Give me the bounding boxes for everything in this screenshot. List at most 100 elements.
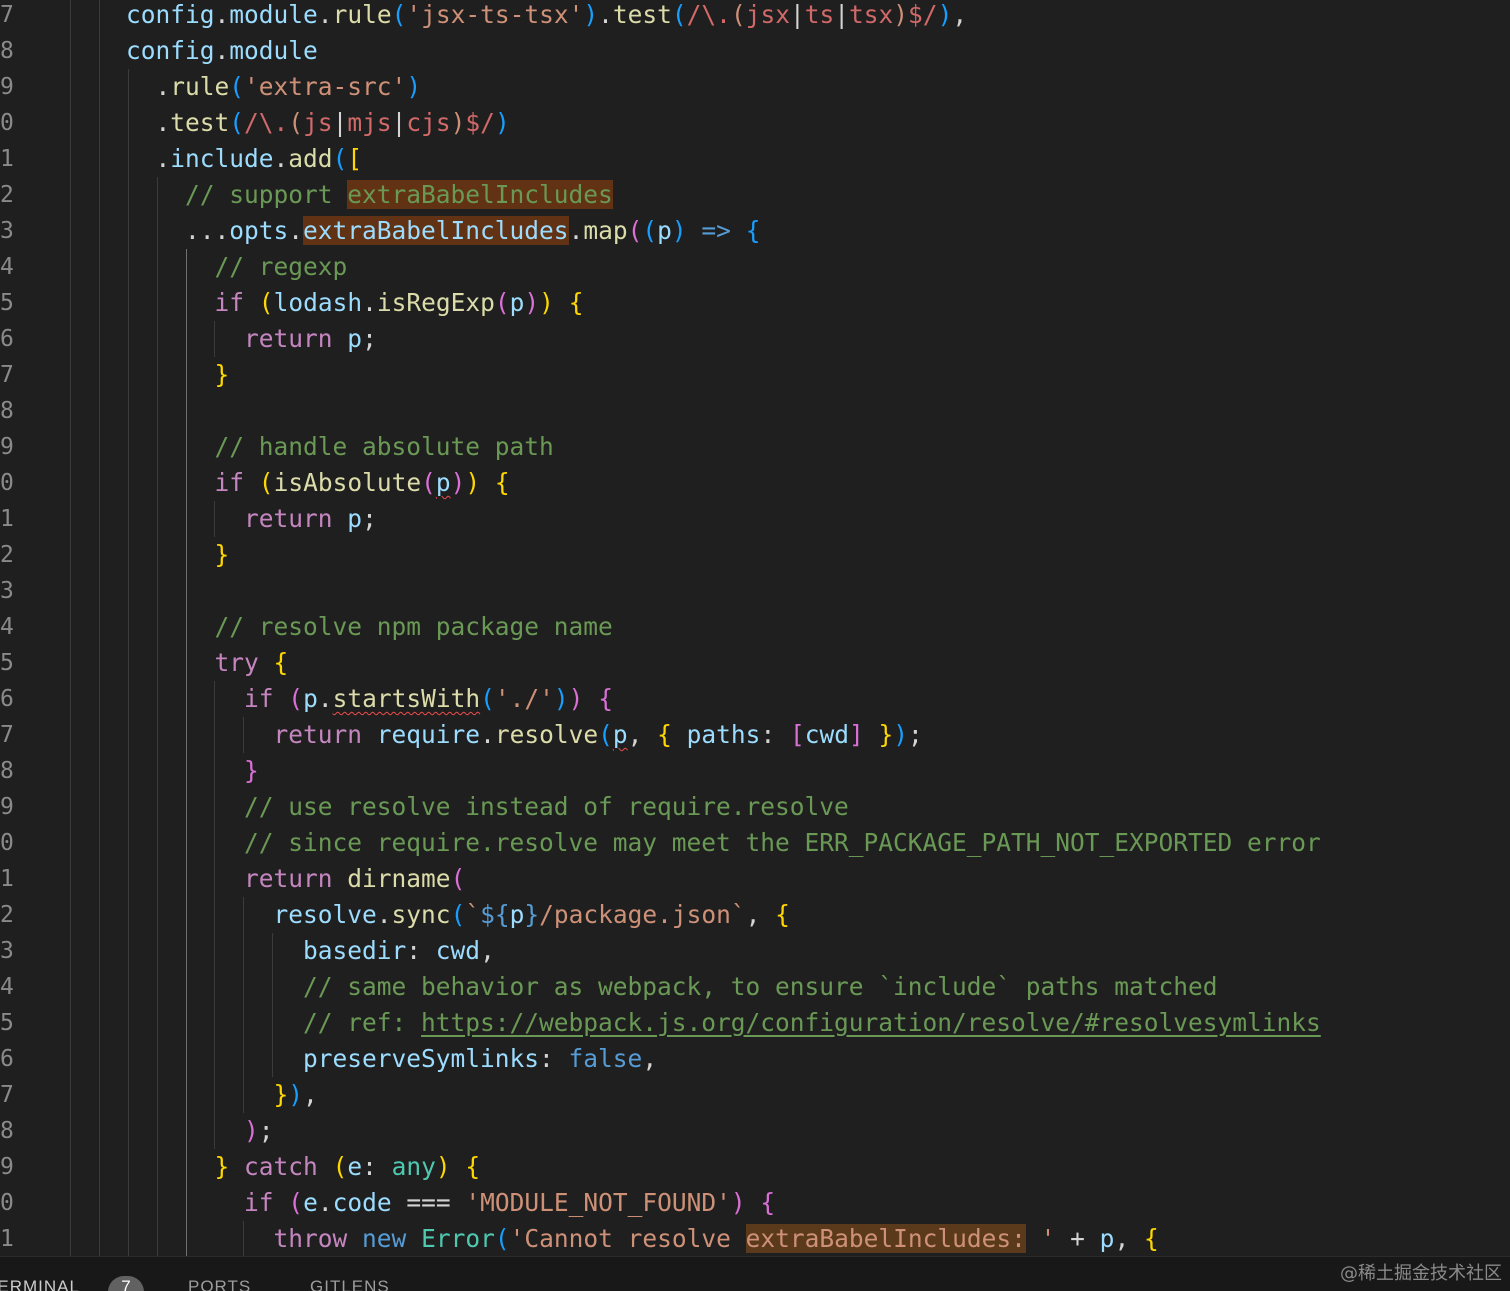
code-token: ): [539, 288, 554, 317]
code-token: p: [509, 900, 525, 929]
code-token: extraBabelIncludes: [347, 180, 613, 209]
code-line[interactable]: if (isAbsolute(p)) {: [126, 465, 510, 501]
code-line[interactable]: // same behavior as webpack, to ensure `…: [126, 969, 1218, 1005]
code-token: (: [258, 468, 274, 497]
code-line[interactable]: config.module: [126, 33, 318, 69]
code-line[interactable]: // since require.resolve may meet the ER…: [126, 825, 1321, 861]
code-token: {: [775, 900, 790, 929]
code-token: .: [126, 144, 171, 173]
code-token: ): [494, 108, 510, 137]
code-token: p: [347, 324, 363, 353]
code-token: module: [229, 0, 318, 29]
line-number: 3: [0, 938, 14, 964]
code-token: }: [878, 720, 894, 749]
tab-terminal[interactable]: TERMINAL: [0, 1277, 80, 1291]
code-token: ,: [480, 936, 495, 965]
code-token: [: [789, 720, 805, 749]
line-number: 1: [0, 506, 14, 532]
code-line[interactable]: if (lodash.isRegExp(p)) {: [126, 285, 584, 321]
code-token: ): [244, 1116, 259, 1145]
code-line[interactable]: if (p.startsWith('./')) {: [126, 681, 613, 717]
code-line[interactable]: );: [126, 1113, 274, 1149]
code-line[interactable]: if (e.code === 'MODULE_NOT_FOUND') {: [126, 1185, 775, 1221]
code-line[interactable]: }: [126, 537, 230, 573]
code-line[interactable]: }: [126, 753, 259, 789]
code-line[interactable]: .rule('extra-src'): [126, 69, 422, 105]
code-token: .: [480, 720, 495, 749]
code-line[interactable]: return require.resolve(p, { paths: [cwd]…: [126, 717, 923, 753]
line-number: 8: [0, 1118, 14, 1144]
watermark: @稀土掘金技术社区: [1340, 1263, 1502, 1284]
tab-gitlens[interactable]: GITLENS: [310, 1277, 390, 1291]
code-editor[interactable]: 7 8 9 0 1 2 3 4 5 6 7 8 9 0 1 2 3 4 5 6 7 8 9 0 1 2 3 4 5 6 7 8 9 0 1 conf…: [0, 0, 1510, 1256]
code-token: ;: [362, 504, 377, 533]
code-token: {: [1143, 1224, 1159, 1253]
code-token: cwd: [435, 936, 481, 965]
code-token: catch: [244, 1152, 318, 1181]
code-line[interactable]: // use resolve instead of require.resolv…: [126, 789, 849, 825]
code-token: :: [760, 720, 790, 749]
code-token: jsx: [745, 0, 790, 29]
tab-ports[interactable]: PORTS: [188, 1277, 251, 1291]
code-token: |: [789, 0, 805, 29]
code-token: test: [170, 108, 230, 137]
code-line[interactable]: preserveSymlinks: false,: [126, 1041, 657, 1077]
code-token: if: [244, 684, 274, 713]
code-line[interactable]: basedir: cwd,: [126, 933, 495, 969]
code-token: false: [568, 1044, 643, 1073]
code-token: tsx: [849, 0, 894, 29]
code-token: dirname: [347, 864, 451, 893]
code-token: p: [303, 684, 318, 713]
code-token: // same behavior as webpack, to ensure `…: [126, 972, 1218, 1001]
code-line[interactable]: // handle absolute path: [126, 429, 554, 465]
code-line[interactable]: }),: [126, 1077, 318, 1113]
code-token: rule: [170, 72, 230, 101]
code-line[interactable]: return p;: [126, 501, 377, 537]
code-line[interactable]: ...opts.extraBabelIncludes.map((p) => {: [126, 213, 760, 249]
code-line[interactable]: // ref: https://webpack.js.org/configura…: [126, 1005, 1321, 1041]
code-token: ,: [627, 720, 658, 749]
code-token: ,: [642, 1044, 658, 1073]
code-line[interactable]: .include.add([: [126, 141, 363, 177]
code-line[interactable]: return dirname(: [126, 861, 465, 897]
code-line[interactable]: config.module.rule('jsx-ts-tsx').test(/\…: [126, 0, 967, 33]
code-token: require: [376, 720, 481, 749]
code-token: // regexp: [126, 252, 348, 281]
code-token: {: [760, 1188, 776, 1217]
code-token: resolve: [273, 900, 377, 929]
code-token: ): [937, 0, 953, 29]
code-token: p: [347, 504, 363, 533]
code-line[interactable]: throw new Error('Cannot resolve extraBab…: [126, 1221, 1159, 1256]
code-token: /\.: [686, 0, 731, 29]
code-line[interactable]: return p;: [126, 321, 377, 357]
code-line[interactable]: // resolve npm package name: [126, 609, 613, 645]
code-token: (: [391, 0, 407, 29]
code-line[interactable]: }: [126, 357, 230, 393]
code-line[interactable]: .test(/\.(js|mjs|cjs)$/): [126, 105, 510, 141]
code-token: `: [465, 900, 481, 929]
code-token: |: [332, 108, 348, 137]
code-token: (: [450, 900, 466, 929]
code-token: ): [671, 216, 687, 245]
indent-guide: [99, 0, 101, 1256]
code-line[interactable]: // support extraBabelIncludes: [126, 177, 613, 213]
line-number: 4: [0, 614, 14, 640]
code-line[interactable]: // regexp: [126, 249, 348, 285]
code-token: ): [583, 0, 599, 29]
code-line[interactable]: try {: [126, 645, 289, 681]
code-token: (: [494, 1224, 510, 1253]
code-token: +: [1055, 1224, 1100, 1253]
code-line[interactable]: resolve.sync(`${p}/package.json`, {: [126, 897, 790, 933]
code-token: e: [347, 1152, 363, 1181]
code-token: ;: [258, 1116, 274, 1145]
code-line[interactable]: } catch (e: any) {: [126, 1149, 481, 1185]
code-token: if: [244, 1188, 274, 1217]
